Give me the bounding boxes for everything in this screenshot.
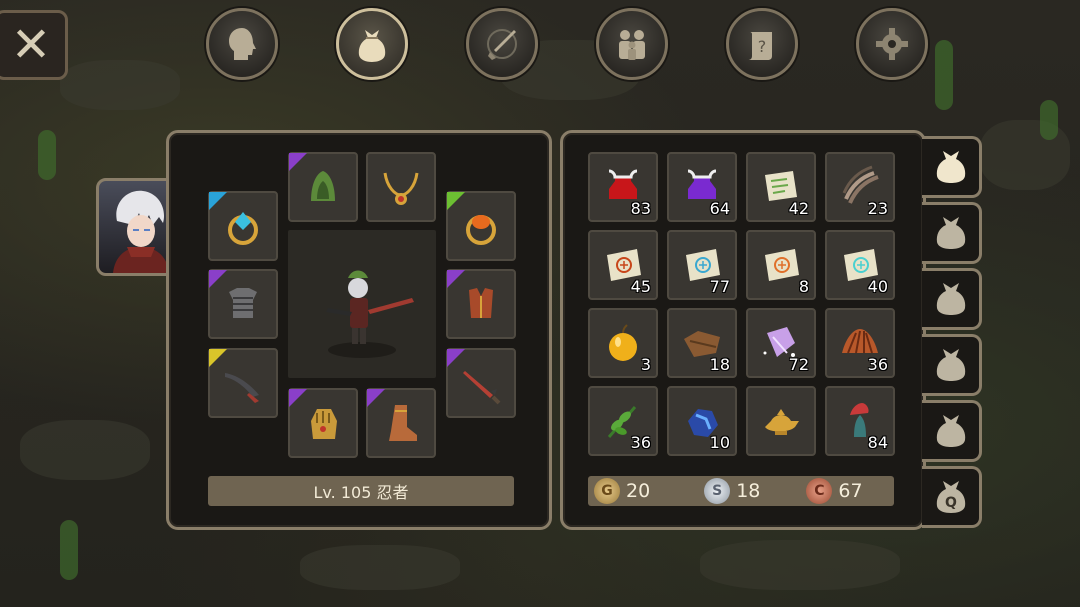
item-count: 64 [709, 199, 730, 218]
item-count: 3 [640, 355, 651, 374]
inventory-slot[interactable]: 23 [825, 152, 895, 222]
gold-necklace-icon [383, 172, 419, 205]
rarity-marker [289, 153, 307, 171]
item-count: 10 [709, 433, 730, 452]
rarity-marker [447, 349, 465, 367]
item-count: 23 [867, 199, 888, 218]
item-count: 36 [867, 355, 888, 374]
rarity-marker [209, 192, 227, 210]
bag-icon: Q [936, 481, 965, 513]
inventory-slot[interactable]: 64 [667, 152, 737, 222]
inventory-slot[interactable]: 40 [825, 230, 895, 300]
silver-coin-icon: S [704, 478, 731, 504]
sword-compass-icon [487, 29, 517, 60]
inventory-slot[interactable]: 83 [588, 152, 658, 222]
svg-text:?: ? [758, 37, 767, 56]
bag-icon [936, 349, 965, 381]
rarity-marker [209, 349, 227, 367]
inventory-slot[interactable]: 72 [746, 308, 816, 378]
inventory-slot[interactable]: 36 [825, 308, 895, 378]
item-count: 40 [867, 277, 888, 296]
gold-coin-icon: G [594, 478, 620, 504]
bag-icon [936, 217, 965, 249]
currency-copper: C 67 [800, 478, 863, 504]
inventory-slot[interactable]: 84 [825, 386, 895, 456]
equip-slot-cloak[interactable] [446, 269, 516, 339]
bag-tab-6[interactable]: Q [922, 466, 982, 528]
nav-inventory[interactable] [336, 8, 408, 80]
equip-slot-armor[interactable] [208, 269, 278, 339]
equip-slot-gloves[interactable] [288, 388, 358, 458]
nav-character[interactable] [206, 8, 278, 80]
bag-icon [936, 415, 965, 447]
currency-silver: S 18 [698, 478, 760, 504]
copper-amount: 67 [838, 480, 863, 502]
item-count: 83 [630, 199, 651, 218]
gold-amount: 20 [626, 480, 651, 502]
currency-gold: G 20 [588, 478, 650, 504]
equip-slot-ring-right[interactable] [446, 191, 516, 261]
bag-icon [936, 151, 965, 183]
character-level-bar: Lv. 105 忍者 [208, 476, 514, 506]
bag-tab-3[interactable] [922, 268, 982, 330]
item-count: 77 [709, 277, 730, 296]
gear-icon [876, 28, 908, 60]
scroll-orange-rune-icon [765, 249, 799, 281]
inventory-slot[interactable]: 36 [588, 386, 658, 456]
bag-icon [936, 283, 965, 315]
bag-tab-1[interactable] [922, 136, 982, 198]
close-icon: ✕ [10, 17, 52, 73]
rarity-marker [447, 270, 465, 288]
item-count: 42 [788, 199, 809, 218]
quest-scroll-icon: ? [748, 32, 772, 60]
item-count: 84 [867, 433, 888, 452]
rarity-marker [367, 389, 385, 407]
ninja-character-sprite-icon [326, 270, 414, 358]
item-count: 8 [798, 277, 809, 296]
bag-tab-5[interactable] [922, 400, 982, 462]
golden-apple-icon [609, 324, 637, 361]
copper-coin-icon: C [806, 478, 833, 504]
inventory-slot[interactable]: 45 [588, 230, 658, 300]
magic-lamp-icon [765, 409, 799, 435]
party-icon [619, 30, 645, 60]
bag-tab-4[interactable] [922, 334, 982, 396]
inventory-slot[interactable]: 18 [667, 308, 737, 378]
svg-text:Q: Q [945, 495, 957, 511]
inventory-slot[interactable]: 77 [667, 230, 737, 300]
inventory-slot[interactable]: 3 [588, 308, 658, 378]
inventory-slot[interactable]: 8 [746, 230, 816, 300]
item-count: 18 [709, 355, 730, 374]
inventory-slot[interactable] [746, 386, 816, 456]
item-count: 36 [630, 433, 651, 452]
nav-quests[interactable]: ? [726, 8, 798, 80]
head-icon [229, 28, 256, 60]
equip-slot-weapon-right[interactable] [446, 348, 516, 418]
level-text: Lv. 105 忍者 [313, 483, 409, 502]
equip-slot-necklace[interactable] [366, 152, 436, 222]
item-count: 45 [630, 277, 651, 296]
inventory-slot[interactable]: 42 [746, 152, 816, 222]
nav-skills[interactable] [466, 8, 538, 80]
inventory-slot[interactable]: 10 [667, 386, 737, 456]
bag-icon [358, 30, 386, 62]
nav-settings[interactable] [856, 8, 928, 80]
item-count: 72 [788, 355, 809, 374]
rarity-marker [209, 270, 227, 288]
equip-slot-ring-left[interactable] [208, 191, 278, 261]
close-button[interactable]: ✕ [0, 10, 68, 80]
character-preview [288, 230, 436, 378]
rarity-marker [447, 192, 465, 210]
bag-tab-2[interactable] [922, 202, 982, 264]
equip-slot-helmet[interactable] [288, 152, 358, 222]
currency-bar: G 20 S 18 C 67 [588, 476, 894, 506]
equip-slot-boots[interactable] [366, 388, 436, 458]
nav-party[interactable] [596, 8, 668, 80]
silver-amount: 18 [736, 480, 761, 502]
rarity-marker [289, 389, 307, 407]
equip-slot-weapon-left[interactable] [208, 348, 278, 418]
